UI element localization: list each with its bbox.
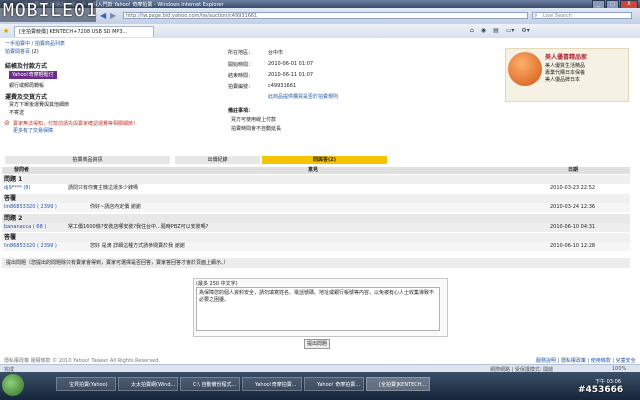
browser-tab[interactable]: [全拍賣競價] KENTECH+7208 USB SD MP3... [14, 26, 154, 37]
qa-question-row: dj9**** (8) 請問只有你實主機這運多少錢嗎 2010-03-23 22… [2, 184, 630, 193]
tab-item-info[interactable]: 拍賣商品資訊 [5, 156, 170, 164]
qa-user[interactable]: dj9**** (8) [4, 184, 30, 193]
window-controls: _ □ X [592, 0, 638, 9]
bid-history-link[interactable]: 拍賣間答百 [5, 49, 30, 55]
qa-answer-label: 答覆 [2, 233, 630, 242]
detail-value: 台中市 [268, 50, 284, 56]
page-footer: 隱私權政策 服權條款 © 2010 Yahoo! Taiwan All Righ… [0, 356, 640, 364]
qa-user[interactable]: lin86853320 ( 2399 ) [4, 203, 57, 212]
qa-user[interactable]: bananacca ( 68 ) [4, 223, 46, 232]
qa-date: 2010-06-10 12:28 [550, 243, 596, 249]
shipping-item: 不寄送 [9, 110, 25, 116]
qa-text: 常工價1600條?安裝店哪安裝?我住台中...隨時PBZ可以安裝嗎? [68, 224, 209, 230]
note-text: 賣家無法得知，付款前請先與賣家確認運費等相關細節！ [13, 121, 139, 127]
bid-history-row: 拍賣間答百 (2) [5, 48, 39, 55]
taskbar-item[interactable]: C:\ 自動備份程式... [180, 377, 240, 391]
page-icon[interactable]: ▭▾ [506, 27, 515, 36]
qa-date: 2010-06-10 04:31 [550, 224, 596, 230]
footer-left: 隱私權政策 服權條款 © 2010 Yahoo! Taiwan All Righ… [4, 358, 160, 364]
qa-question-label: 問題 1 [2, 175, 630, 184]
taskbar-item[interactable]: 宝貝拍賣(Yahoo) [56, 377, 116, 391]
forward-icon[interactable]: ▶ [110, 11, 116, 20]
yahoo-pay-button[interactable]: Yahoo!奇摩輕鬆付 [9, 71, 57, 79]
tab-qa[interactable]: 問與答(2) [262, 156, 387, 164]
clock[interactable]: 下午 03:06 [595, 378, 621, 385]
notes-item: 買方可使用線上付款 [231, 117, 277, 123]
search-icon: ⌕ [534, 12, 538, 19]
note-link[interactable]: 更多有了交易保障 [13, 127, 53, 134]
back-icon[interactable]: ◀ [100, 11, 106, 20]
qa-user[interactable]: lin86853320 ( 2399 ) [4, 242, 57, 251]
watermark: #453666 [578, 385, 624, 395]
qa-question-row: bananacca ( 68 ) 常工價1600條?安裝店哪安裝?我住台中...… [2, 223, 630, 232]
qa-header-user: 發問者 [14, 167, 30, 173]
search-input[interactable]: Live Search [532, 12, 632, 19]
notes-item: 拍賣時間會不自動延長 [231, 126, 282, 132]
detail-label: 開始時間： [228, 62, 254, 68]
qa-text: 您好 是滴 詳細這種方式請參閱賣於我 謝謝 [90, 243, 185, 249]
tools-icon[interactable]: ⚙▾ [521, 27, 529, 36]
taskbar-item-active[interactable]: [全拍賣]KENTECH... [366, 377, 430, 391]
qa-header: 發問者 意見 日期 [2, 167, 630, 174]
warning-icon: ⊘ [4, 119, 10, 127]
taskbar-item[interactable]: Yahoo!奇摩拍賣... [242, 377, 302, 391]
ad-line: 美人優質生活精品 [545, 63, 586, 69]
detail-label: 所在地區： [228, 50, 254, 56]
detail-label: 結束時間： [228, 73, 254, 79]
qa-header-content: 意見 [308, 167, 319, 173]
address-bar[interactable]: http://tw.page.bid.yahoo.com/tw/auction/… [123, 12, 528, 19]
qa-answer-row: lin86853320 ( 2399 ) 您好 是滴 詳細這種方式請參閱賣於我 … [2, 242, 630, 251]
tab-bid-record[interactable]: 出價紀錄 [175, 156, 260, 164]
home-icon[interactable]: ⌂ [470, 27, 474, 36]
ad-line: 美人優品牌日本 [545, 77, 581, 83]
feeds-icon[interactable]: ◉ [481, 27, 486, 36]
ad-title: 美人優喜精品家 [545, 54, 588, 61]
detail-value: c49931661 [268, 83, 297, 89]
print-icon[interactable]: ▤ [493, 27, 499, 36]
detail-label: 拍賣編號： [228, 84, 254, 90]
qa-text: 請問只有你實主機這運多少錢嗎 [68, 185, 139, 191]
breadcrumb[interactable]: 一手拍賣中 / 拍賣商品列表 [5, 40, 65, 47]
question-textarea[interactable]: 為保障您的個人資料安全，請勿填寫姓名、電話號碼、地址或銀行帳號等內容，以免被有心… [196, 287, 440, 331]
details-link[interactable]: 此商品提供購買是否於拍賣規則 [268, 93, 338, 100]
ask-question-bar: 提出問題（您提出的問題除只有賣家會得到，賣家可選擇是否回答，賣家答回答才會於頁面… [2, 258, 630, 268]
start-button[interactable] [2, 374, 24, 396]
qa-table: 發問者 意見 日期 問題 1 dj9**** (8) 請問只有你實主機這運多少錢… [2, 167, 630, 257]
qa-answer-label: 答覆 [2, 194, 630, 203]
detail-value: 2010-06-01 01:07 [268, 61, 314, 67]
taskbar-item[interactable]: 太太拍賣網(Wind... [118, 377, 178, 391]
qa-header-date: 日期 [568, 167, 579, 173]
ad-line: 專業代購日本保養 [545, 70, 586, 76]
form-hint: (最多 250 中文字) [196, 281, 238, 287]
qa-question-label: 問題 2 [2, 214, 630, 223]
checkout-heading: 結帳及付款方式 [5, 63, 48, 70]
toolbar-icons: ⌂ ◉ ▤ ▭▾ ⚙▾ [470, 27, 635, 36]
qa-text: 你好~請店內定價 謝謝 [90, 204, 141, 210]
basketball-image [508, 52, 542, 86]
detail-value: 2010-06-11 01:07 [268, 72, 314, 78]
bid-history-count: (2) [31, 49, 39, 55]
notes-heading: 備註事項： [228, 108, 254, 114]
qa-date: 2010-03-24 12:36 [550, 204, 596, 210]
taskbar-item[interactable]: Yahoo! 奇摩拍賣... [304, 377, 364, 391]
footer-links[interactable]: 服務說明 | 隱私權政策 | 使用條款 | 兒童安全 [536, 357, 636, 364]
qa-date: 2010-03-23 22:52 [550, 185, 596, 191]
qa-answer-row: lin86853320 ( 2399 ) 你好~請店內定價 謝謝 2010-03… [2, 203, 630, 212]
shipping-heading: 運費及交貨方式 [5, 94, 48, 101]
submit-question-button[interactable]: 提出問題 [304, 339, 330, 349]
shipping-item: 買方下單後運費與其他細節 [9, 102, 70, 108]
favorites-icon[interactable]: ★ [3, 27, 9, 35]
pay-note: 銀行或郵局轉帳 [9, 83, 45, 89]
brand-logo: MOBILE01 [0, 0, 97, 22]
